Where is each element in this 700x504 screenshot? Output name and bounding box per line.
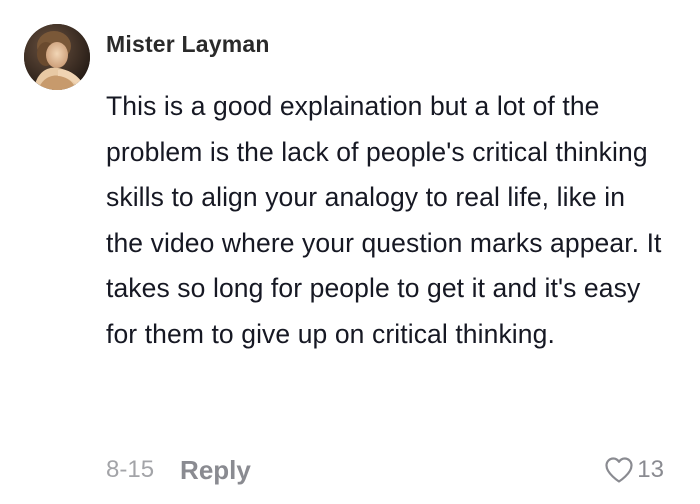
- avatar[interactable]: [24, 24, 90, 90]
- avatar-portrait-icon: [24, 24, 90, 90]
- heart-icon: [605, 457, 633, 483]
- comment-meta: 8-15 Reply: [106, 452, 251, 488]
- comment-date: 8-15: [106, 456, 155, 483]
- like-count: 13: [637, 456, 664, 483]
- comment-text: This is a good explaination but a lot of…: [106, 91, 662, 349]
- comment-item: Mister Layman This is a good explainatio…: [0, 0, 700, 504]
- reply-button[interactable]: Reply: [180, 455, 251, 486]
- comment-username[interactable]: Mister Layman: [106, 31, 270, 58]
- like-button[interactable]: 13: [604, 452, 664, 488]
